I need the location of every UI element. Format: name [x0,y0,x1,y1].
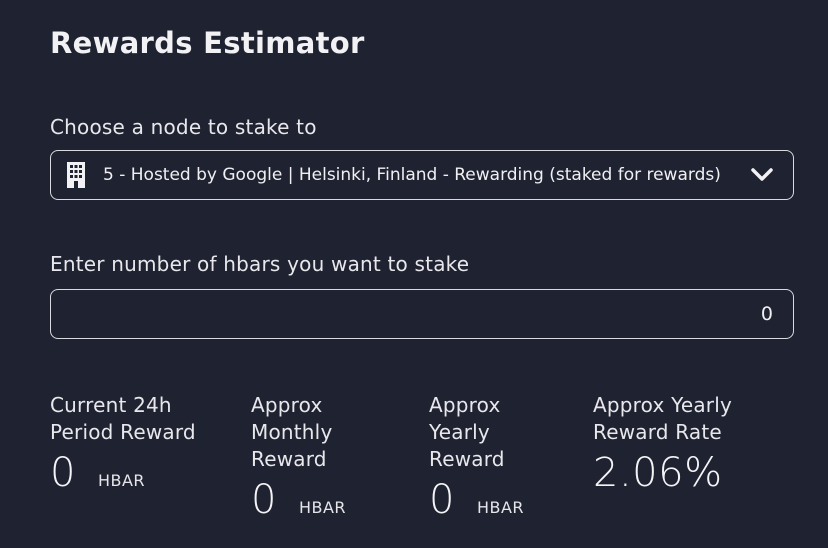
stat-yearly-reward-rate: Approx Yearly Reward Rate 2.06% [593,392,793,496]
stat-value: 0 [429,477,455,523]
stake-amount-label: Enter number of hbars you want to stake [50,252,470,276]
stat-unit: HBAR [298,498,347,517]
stat-value: 0 [251,477,277,523]
node-select-value: 5 - Hosted by Google | Helsinki, Finland… [103,165,721,185]
stat-label: Approx Yearly Reward [429,393,505,471]
stat-label: Current 24h Period Reward [50,393,196,444]
stat-monthly-reward: Approx Monthly Reward 0 HBAR [251,392,416,523]
stat-value: 0 [50,450,76,496]
stat-unit: HBAR [476,498,525,517]
stat-label: Approx Monthly Reward [251,393,333,471]
building-icon [67,162,85,188]
node-select[interactable]: 5 - Hosted by Google | Helsinki, Finland… [50,150,794,200]
stat-24h-reward: Current 24h Period Reward 0 HBAR [50,392,240,496]
stat-label: Approx Yearly Reward Rate [593,393,733,444]
chevron-down-icon[interactable] [751,168,773,182]
page-title: Rewards Estimator [50,26,365,60]
stat-yearly-reward: Approx Yearly Reward 0 HBAR [429,392,579,523]
stat-unit: HBAR [97,471,146,490]
stake-amount-input[interactable] [50,289,794,339]
stat-value: 2.06% [593,450,723,496]
rewards-estimator-panel: Rewards Estimator Choose a node to stake… [0,0,828,548]
node-select-label: Choose a node to stake to [50,115,317,139]
